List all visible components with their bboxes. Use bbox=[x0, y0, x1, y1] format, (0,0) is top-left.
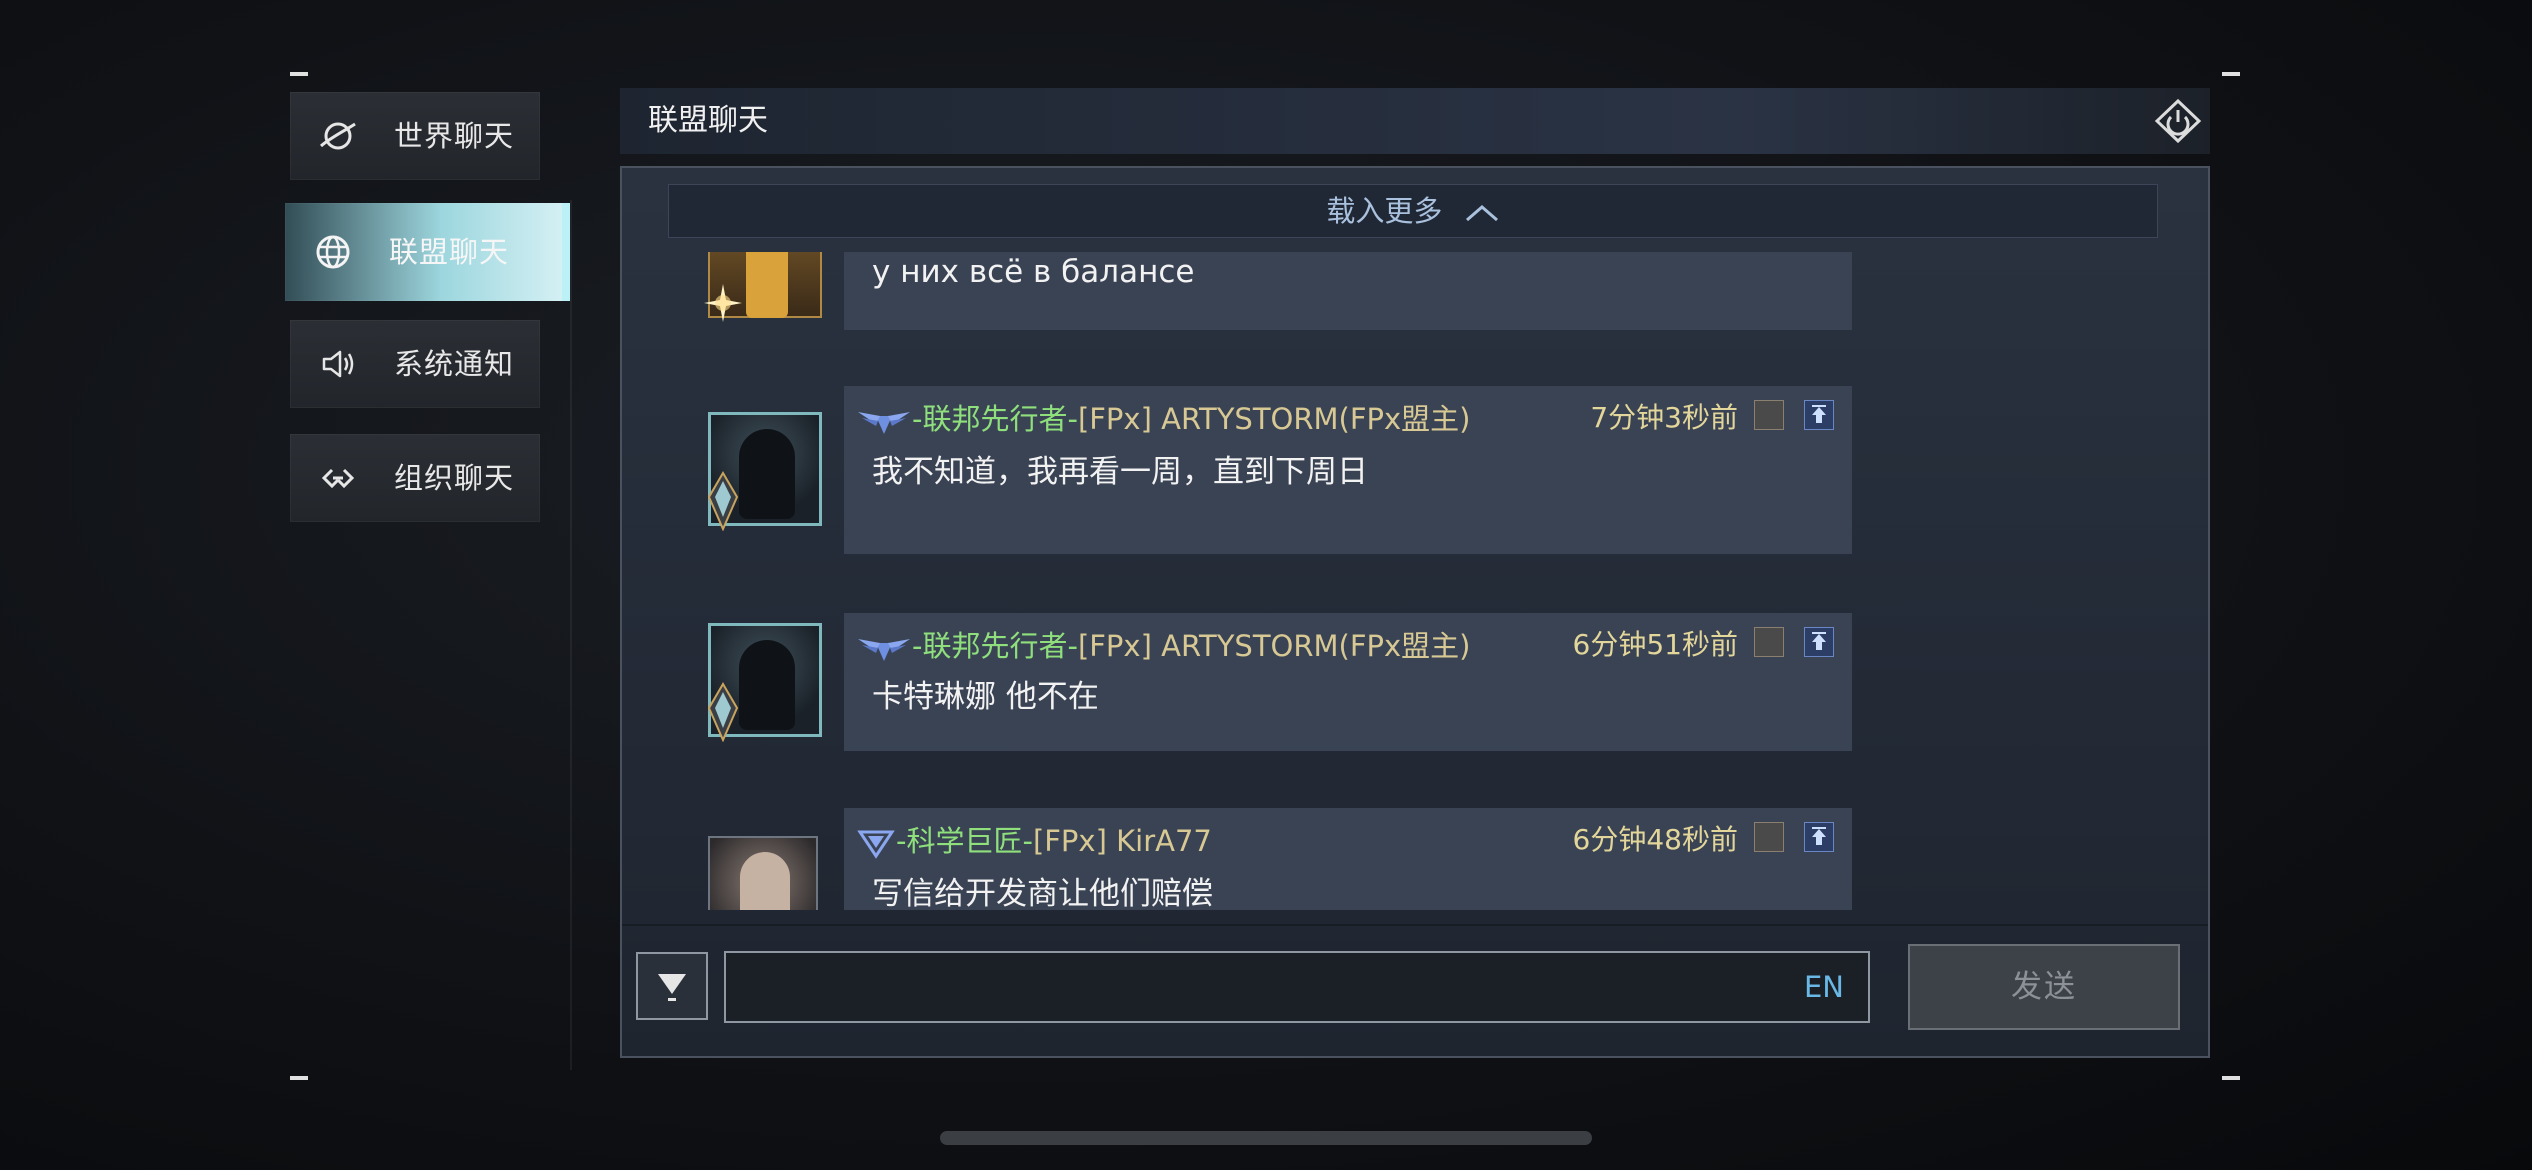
tab-world-chat[interactable]: 世界聊天 bbox=[290, 92, 540, 180]
language-toggle[interactable]: EN bbox=[1804, 953, 1844, 1021]
copy-icon[interactable] bbox=[1754, 400, 1784, 430]
send-button[interactable]: 发送 bbox=[1908, 944, 2180, 1030]
message-bubble: -科学巨匠-[FPx] KirA77 6分钟48秒前 写信给开发商让他们赔偿 bbox=[844, 808, 1852, 910]
message-header: -联邦先行者-[FPx] ARTYSTORM(FPx盟主) 6分钟51秒前 bbox=[856, 623, 1846, 663]
chevron-up-icon bbox=[1464, 187, 1500, 239]
message-bubble: -联邦先行者-[FPx] ARTYSTORM(FPx盟主) 6分钟51秒前 卡特… bbox=[844, 613, 1852, 751]
message-bubble: у них всё в балансе bbox=[844, 252, 1852, 330]
triangle-rank-icon bbox=[857, 830, 895, 859]
triangle-down-icon bbox=[658, 974, 686, 1001]
tab-system-notice[interactable]: 系统通知 bbox=[290, 320, 540, 408]
tab-org-chat[interactable]: 组织聊天 bbox=[290, 434, 540, 522]
quick-phrase-button[interactable] bbox=[636, 952, 708, 1020]
chat-panel: 载入更多 у них всё в балансе -联邦先行者-[FPx] AR… bbox=[620, 166, 2210, 1058]
avatar-figure bbox=[740, 852, 790, 910]
avatar[interactable] bbox=[707, 623, 822, 742]
sidebar-divider bbox=[570, 200, 572, 1070]
message-header: -科学巨匠-[FPx] KirA77 6分钟48秒前 bbox=[856, 818, 1846, 859]
corner-mark-tl bbox=[290, 72, 308, 76]
timestamp: 6分钟51秒前 bbox=[1572, 628, 1738, 661]
rank-badge-icon bbox=[707, 471, 739, 531]
spark-badge-icon bbox=[704, 284, 742, 322]
active-indicator bbox=[562, 203, 570, 301]
corner-mark-br bbox=[2222, 1076, 2240, 1080]
player-name[interactable]: [FPx] ARTYSTORM(FPx盟主) bbox=[1078, 402, 1471, 436]
winged-rank-icon bbox=[858, 412, 910, 434]
avatar[interactable] bbox=[707, 412, 822, 531]
message-bubble: -联邦先行者-[FPx] ARTYSTORM(FPx盟主) 7分钟3秒前 我不知… bbox=[844, 386, 1852, 554]
player-name[interactable]: [FPx] ARTYSTORM(FPx盟主) bbox=[1078, 629, 1471, 663]
divider bbox=[622, 924, 2208, 926]
message-text: 我不知道，我再看一周，直到下周日 bbox=[872, 454, 1368, 490]
avatar-figure bbox=[739, 429, 795, 519]
upload-icon[interactable] bbox=[1804, 627, 1834, 657]
message-text: 写信给开发商让他们赔偿 bbox=[872, 876, 1213, 910]
power-icon[interactable] bbox=[2154, 98, 2202, 144]
link-icon bbox=[318, 458, 358, 498]
winged-rank-icon bbox=[858, 639, 910, 661]
message-header: -联邦先行者-[FPx] ARTYSTORM(FPx盟主) 7分钟3秒前 bbox=[856, 396, 1846, 436]
rank-title: -联邦先行者- bbox=[912, 402, 1078, 436]
load-more-button[interactable]: 载入更多 bbox=[668, 184, 2158, 238]
speaker-icon bbox=[318, 344, 358, 384]
tab-label: 组织聊天 bbox=[394, 461, 515, 495]
corner-mark-tr bbox=[2222, 72, 2240, 76]
corner-mark-bl bbox=[290, 1076, 308, 1080]
avatar[interactable] bbox=[708, 836, 818, 910]
rank-title: -联邦先行者- bbox=[912, 629, 1078, 663]
tab-label: 联盟聊天 bbox=[389, 235, 510, 269]
globe-icon bbox=[313, 232, 353, 272]
planet-icon bbox=[318, 116, 358, 156]
upload-icon[interactable] bbox=[1804, 400, 1834, 430]
tab-label: 系统通知 bbox=[394, 347, 515, 381]
upload-icon[interactable] bbox=[1804, 822, 1834, 852]
tab-label: 世界聊天 bbox=[394, 119, 515, 153]
message-text: 卡特琳娜 他不在 bbox=[872, 679, 1099, 715]
rank-title: -科学巨匠- bbox=[896, 824, 1033, 858]
copy-icon[interactable] bbox=[1754, 627, 1784, 657]
avatar-figure bbox=[746, 252, 788, 318]
copy-icon[interactable] bbox=[1754, 822, 1784, 852]
avatar[interactable] bbox=[704, 252, 822, 322]
player-name[interactable]: [FPx] KirA77 bbox=[1033, 824, 1212, 858]
timestamp: 7分钟3秒前 bbox=[1590, 401, 1738, 434]
load-more-label: 载入更多 bbox=[1326, 194, 1443, 228]
timestamp: 6分钟48秒前 bbox=[1572, 823, 1738, 856]
page-title: 联盟聊天 bbox=[648, 103, 768, 138]
chat-input[interactable]: EN bbox=[724, 951, 1870, 1023]
tab-alliance-chat[interactable]: 联盟聊天 bbox=[285, 203, 570, 301]
avatar-figure bbox=[739, 640, 795, 730]
chat-header: 联盟聊天 bbox=[620, 88, 2210, 154]
message-text: у них всё в балансе bbox=[872, 254, 1195, 290]
home-indicator[interactable] bbox=[940, 1131, 1592, 1145]
rank-badge-icon bbox=[707, 682, 739, 742]
message-list[interactable]: у них всё в балансе -联邦先行者-[FPx] ARTYSTO… bbox=[622, 252, 2208, 910]
